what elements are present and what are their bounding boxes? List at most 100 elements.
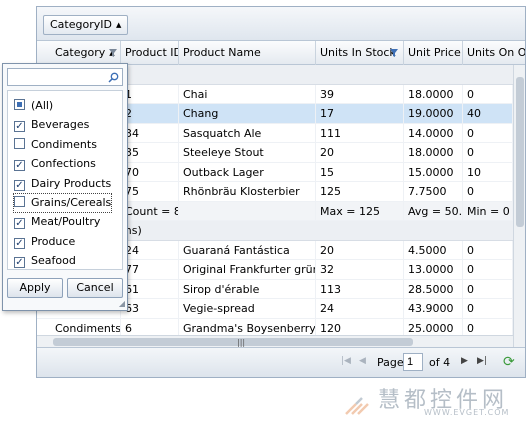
filter-checkbox[interactable]: ✓ <box>14 121 25 133</box>
filter-icon[interactable] <box>109 49 117 57</box>
filter-option[interactable]: (All) <box>14 97 53 115</box>
table-cell: Avg = 50.16 <box>404 201 463 221</box>
filter-option-label: Meat/Poultry <box>31 215 101 229</box>
table-cell: 17 <box>316 104 404 123</box>
filter-option[interactable]: Condiments <box>14 136 97 154</box>
horizontal-scrollbar[interactable]: ||| <box>37 335 513 347</box>
table-cell: 2 <box>121 104 179 123</box>
table-cell: 0 <box>463 123 513 143</box>
group-chip-label: CategoryID <box>50 18 112 31</box>
filter-option-label: Condiments <box>31 137 97 151</box>
watermark-logo <box>345 397 369 415</box>
filter-checkbox[interactable]: ✓ <box>14 257 25 269</box>
table-cell: Rhönbräu Klosterbier <box>179 182 316 201</box>
table-cell: Count = 8 <box>121 201 179 221</box>
apply-button[interactable]: Apply <box>7 278 63 298</box>
table-cell: 0 <box>463 84 513 104</box>
filter-checkbox[interactable] <box>14 137 25 149</box>
filter-option[interactable]: ✓ Confections <box>14 155 96 173</box>
column-header-units-in-stock[interactable]: Units In Stock <box>316 41 404 65</box>
filter-option[interactable]: Grains/Cereals <box>12 193 113 213</box>
filter-option[interactable]: ✓ Seafood <box>14 252 76 270</box>
table-cell: 0 <box>463 260 513 279</box>
page-number-input[interactable] <box>403 353 423 371</box>
table-cell: 7.7500 <box>404 182 463 201</box>
last-page-button[interactable]: ▶| <box>477 356 487 366</box>
table-cell: Guaraná Fantástica <box>179 240 316 260</box>
filter-checkbox[interactable]: ✓ <box>14 160 25 172</box>
table-cell: Chang <box>179 104 316 123</box>
column-headers: Category ▲ Product ID Product Name Units … <box>37 41 525 65</box>
filter-option-label: Seafood <box>31 254 76 268</box>
filter-checkbox[interactable]: ✓ <box>14 179 25 191</box>
table-cell: 1 <box>121 84 179 104</box>
table-cell: 6 <box>121 318 179 335</box>
filter-option[interactable]: ✓ Dairy Products <box>14 175 111 193</box>
table-cell: Original Frankfurter grüne Soße <box>179 260 316 279</box>
table-cell: 61 <box>121 279 179 299</box>
filter-values-list: (All) ✓ Beverages Condiments ✓ Confections ✓ Da… <box>7 90 123 270</box>
table-cell: 15.0000 <box>404 162 463 182</box>
page-count: of 4 <box>429 356 451 369</box>
table-cell: 120 <box>316 318 404 335</box>
table-cell: Condiments <box>51 318 121 335</box>
table-cell: 4.5000 <box>404 240 463 260</box>
search-icon <box>108 72 119 83</box>
vertical-scroll-thumb[interactable] <box>516 77 524 227</box>
table-cell: 24 <box>121 240 179 260</box>
table-cell: Vegie-spread <box>179 299 316 318</box>
table-cell: 0 <box>463 279 513 299</box>
table-cell: 19.0000 <box>404 104 463 123</box>
column-header-label: Category <box>55 46 106 59</box>
table-cell: 18.0000 <box>404 84 463 104</box>
filter-checkbox[interactable] <box>14 196 25 207</box>
table-cell: 0 <box>463 318 513 335</box>
table-cell: Outback Lager <box>179 162 316 182</box>
table-cell: 20 <box>316 240 404 260</box>
cancel-button[interactable]: Cancel <box>67 278 123 298</box>
horizontal-scroll-thumb[interactable]: ||| <box>53 338 413 347</box>
filter-search-box[interactable] <box>7 68 123 86</box>
filter-option-label: Confections <box>31 157 96 171</box>
column-header-unit-price[interactable]: Unit Price <box>404 41 463 65</box>
group-chip-categoryid[interactable]: CategoryID ▲ <box>43 15 129 35</box>
previous-page-button[interactable]: ◀ <box>359 356 366 366</box>
filter-option-label: Produce <box>31 234 76 248</box>
filter-option[interactable]: ✓ Produce <box>14 233 75 251</box>
table-cell: 125 <box>316 182 404 201</box>
table-cell: 113 <box>316 279 404 299</box>
refresh-icon[interactable]: ⟳ <box>503 354 515 370</box>
column-header-label: Unit Price <box>408 46 461 59</box>
table-cell: 75 <box>121 182 179 201</box>
page-label: Page <box>377 356 404 369</box>
filter-icon-active[interactable] <box>390 49 398 57</box>
first-page-button[interactable]: |◀ <box>341 356 351 366</box>
table-cell: 32 <box>316 260 404 279</box>
column-header-label: Units On O <box>467 46 525 59</box>
filter-option[interactable]: ✓ Meat/Poultry <box>14 213 100 231</box>
watermark: 慧都控件网 WWW.EVGET.COM <box>320 382 530 422</box>
table-cell: Min = 0 <box>463 201 513 221</box>
filter-option[interactable]: ✓ Beverages <box>14 116 89 134</box>
table-cell: 24 <box>316 299 404 318</box>
filter-checkbox[interactable] <box>14 99 25 110</box>
column-header-product-name[interactable]: Product Name <box>179 41 316 65</box>
vertical-scrollbar[interactable] <box>513 65 525 347</box>
column-header-category[interactable]: Category ▲ <box>51 41 121 65</box>
filter-option-label: (All) <box>31 99 54 112</box>
resize-grip-icon[interactable]: ◢ <box>119 299 125 308</box>
column-header-label: Units In Stock <box>320 46 396 59</box>
table-cell: Sasquatch Ale <box>179 123 316 143</box>
table-cell: Chai <box>179 84 316 104</box>
next-page-button[interactable]: ▶ <box>461 356 468 366</box>
column-header-product-id[interactable]: Product ID <box>121 41 179 65</box>
table-cell: 63 <box>121 299 179 318</box>
table-cell: 10 <box>463 162 513 182</box>
column-header-units-on-order[interactable]: Units On O <box>463 41 525 65</box>
filter-checkbox[interactable]: ✓ <box>14 237 25 249</box>
filter-checkbox[interactable]: ✓ <box>14 218 25 230</box>
filter-option-label: Grains/Cereals <box>31 196 112 209</box>
filter-option-label: Dairy Products <box>31 176 112 190</box>
table-cell: Steeleye Stout <box>179 143 316 162</box>
table-row[interactable]: Condiments6Grandma's Boysenberry Spread1… <box>37 318 513 335</box>
